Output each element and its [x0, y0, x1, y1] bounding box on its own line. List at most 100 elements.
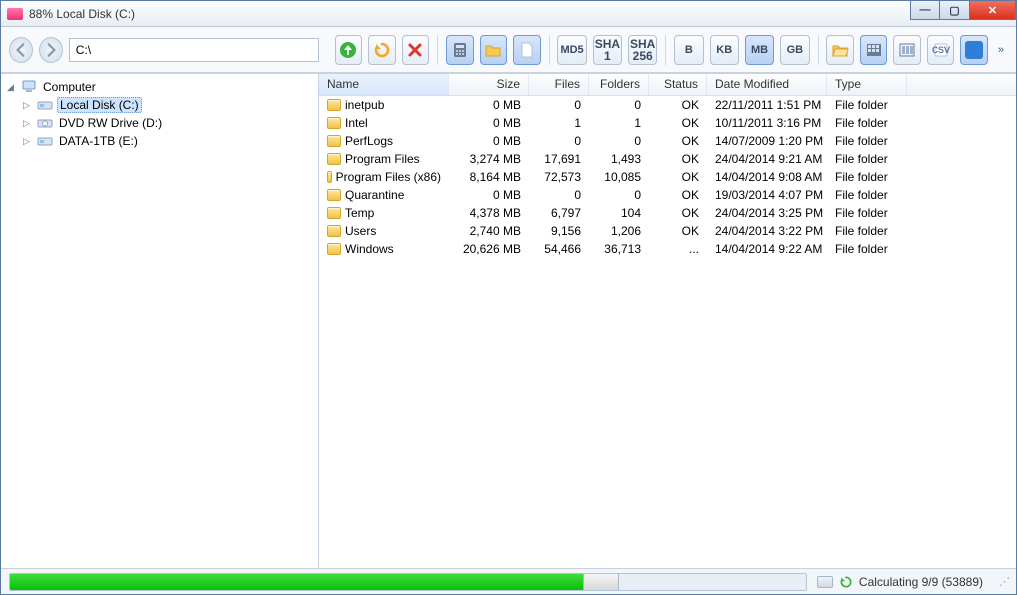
unit-bytes-button[interactable]: B [674, 35, 703, 65]
folder-icon [327, 171, 332, 183]
folder-view-button[interactable] [480, 35, 507, 65]
col-date[interactable]: Date Modified [707, 74, 827, 95]
tree-item-computer[interactable]: ◢ Computer [1, 78, 318, 96]
md5-button[interactable]: MD5 [557, 35, 586, 65]
minimize-button[interactable]: — [910, 0, 940, 20]
cell-status: ... [649, 242, 707, 256]
separator [437, 35, 438, 65]
cell-type: File folder [827, 134, 907, 148]
table-row[interactable]: Intel0 MB11OK10/11/2011 3:16 PMFile fold… [319, 114, 1016, 132]
forward-button[interactable] [39, 37, 63, 63]
cell-size: 8,164 MB [449, 170, 529, 184]
cell-size: 2,740 MB [449, 224, 529, 238]
tree-item-data-1tb-e[interactable]: ▷ DATA-1TB (E:) [1, 132, 318, 150]
stop-button[interactable] [402, 35, 429, 65]
cell-date: 14/04/2014 9:08 AM [707, 170, 827, 184]
refresh-button[interactable] [368, 35, 395, 65]
toolbar: MD5 SHA1 SHA256 B KB MB GB csv » [1, 27, 1016, 73]
cell-date: 22/11/2011 1:51 PM [707, 98, 827, 112]
expander-icon[interactable]: ◢ [7, 82, 17, 93]
open-folder-button[interactable] [826, 35, 853, 65]
statusbar: Calculating 9/9 (53889) ⋰ [1, 568, 1016, 594]
up-button[interactable] [335, 35, 362, 65]
path-input[interactable] [69, 38, 319, 62]
window-title: 88% Local Disk (C:) [29, 7, 910, 21]
expander-icon[interactable]: ▷ [23, 118, 33, 129]
calculator-button[interactable] [446, 35, 473, 65]
cell-size: 20,626 MB [449, 242, 529, 256]
column-headers: Name Size Files Folders Status Date Modi… [319, 74, 1016, 96]
cell-folders: 10,085 [589, 170, 649, 184]
cell-date: 14/04/2014 9:22 AM [707, 242, 827, 256]
cell-name: PerfLogs [319, 134, 449, 148]
cell-name: Temp [319, 206, 449, 220]
table-row[interactable]: PerfLogs0 MB00OK14/07/2009 1:20 PMFile f… [319, 132, 1016, 150]
view-2-button[interactable] [893, 35, 920, 65]
cell-size: 4,378 MB [449, 206, 529, 220]
col-status[interactable]: Status [649, 74, 707, 95]
tree-label: DATA-1TB (E:) [57, 133, 140, 149]
main-pane: ◢ Computer ▷ Local Disk (C:) ▷ DVD RW Dr… [1, 73, 1016, 568]
table-row[interactable]: inetpub0 MB00OK22/11/2011 1:51 PMFile fo… [319, 96, 1016, 114]
table-row[interactable]: Quarantine0 MB00OK19/03/2014 4:07 PMFile… [319, 186, 1016, 204]
cell-folders: 0 [589, 134, 649, 148]
cell-folders: 104 [589, 206, 649, 220]
cell-files: 9,156 [529, 224, 589, 238]
cell-status: OK [649, 188, 707, 202]
file-view-button[interactable] [513, 35, 540, 65]
toolbar-overflow[interactable]: » [994, 44, 1008, 56]
cell-status: OK [649, 206, 707, 220]
col-folders[interactable]: Folders [589, 74, 649, 95]
cell-files: 17,691 [529, 152, 589, 166]
separator [818, 35, 819, 65]
search-button[interactable] [960, 35, 987, 65]
tree-label: DVD RW Drive (D:) [57, 115, 164, 131]
export-csv-button[interactable]: csv [927, 35, 954, 65]
expander-icon[interactable]: ▷ [23, 136, 33, 147]
col-files[interactable]: Files [529, 74, 589, 95]
view-1-button[interactable] [860, 35, 887, 65]
col-name[interactable]: Name [319, 74, 449, 95]
table-row[interactable]: Program Files (x86)8,164 MB72,57310,085O… [319, 168, 1016, 186]
col-size[interactable]: Size [449, 74, 529, 95]
table-row[interactable]: Temp4,378 MB6,797104OK24/04/2014 3:25 PM… [319, 204, 1016, 222]
tree-item-local-disk-c[interactable]: ▷ Local Disk (C:) [1, 96, 318, 114]
cell-date: 24/04/2014 9:21 AM [707, 152, 827, 166]
cell-name: Program Files [319, 152, 449, 166]
sha1-button[interactable]: SHA1 [593, 35, 622, 65]
cell-type: File folder [827, 98, 907, 112]
folder-icon [327, 117, 341, 129]
spinner-icon [839, 575, 853, 589]
cell-status: OK [649, 116, 707, 130]
expander-icon[interactable]: ▷ [23, 100, 33, 111]
folder-tree[interactable]: ◢ Computer ▷ Local Disk (C:) ▷ DVD RW Dr… [1, 74, 319, 568]
cell-files: 0 [529, 188, 589, 202]
cell-folders: 1,206 [589, 224, 649, 238]
table-row[interactable]: Users2,740 MB9,1561,206OK24/04/2014 3:22… [319, 222, 1016, 240]
cell-name: inetpub [319, 98, 449, 112]
folder-icon [327, 99, 341, 111]
cell-name: Intel [319, 116, 449, 130]
cell-date: 24/04/2014 3:25 PM [707, 206, 827, 220]
col-type[interactable]: Type [827, 74, 907, 95]
unit-kb-button[interactable]: KB [710, 35, 739, 65]
cell-files: 72,573 [529, 170, 589, 184]
sha256-button[interactable]: SHA256 [628, 35, 657, 65]
cell-status: OK [649, 170, 707, 184]
back-button[interactable] [9, 37, 33, 63]
cell-status: OK [649, 152, 707, 166]
status-right: Calculating 9/9 (53889) [817, 575, 983, 589]
cell-files: 0 [529, 134, 589, 148]
rows-container[interactable]: inetpub0 MB00OK22/11/2011 1:51 PMFile fo… [319, 96, 1016, 568]
file-list: Name Size Files Folders Status Date Modi… [319, 74, 1016, 568]
close-button[interactable]: ✕ [970, 0, 1016, 20]
resize-grip[interactable]: ⋰ [999, 575, 1008, 588]
unit-gb-button[interactable]: GB [780, 35, 809, 65]
unit-mb-button[interactable]: MB [745, 35, 774, 65]
maximize-button[interactable]: ▢ [940, 0, 970, 20]
tree-item-dvd-rw-drive-d[interactable]: ▷ DVD RW Drive (D:) [1, 114, 318, 132]
cell-folders: 1,493 [589, 152, 649, 166]
table-row[interactable]: Program Files3,274 MB17,6911,493OK24/04/… [319, 150, 1016, 168]
folder-icon [327, 153, 341, 165]
table-row[interactable]: Windows20,626 MB54,46636,713...14/04/201… [319, 240, 1016, 258]
